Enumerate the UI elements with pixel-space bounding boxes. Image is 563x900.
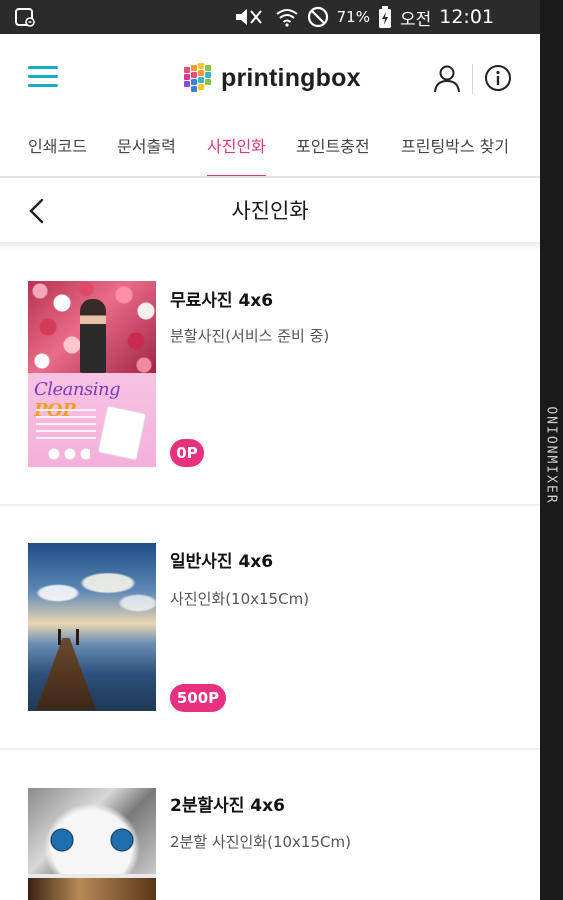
notification-icon: [15, 8, 35, 27]
clock-ampm: 오전: [399, 9, 432, 30]
printingbox-cube-icon: [184, 63, 211, 92]
product-item[interactable]: 2분할사진 4x6 2분할 사진인화(10x15Cm): [0, 750, 540, 900]
do-not-disturb-icon: [307, 6, 328, 28]
tab-find-printingbox[interactable]: 프린팅박스 찾기: [401, 124, 509, 178]
product-thumbnail: Cleansing POP: [28, 281, 156, 467]
product-description: 사진인화(10x15Cm): [170, 590, 310, 608]
hamburger-menu-icon[interactable]: [28, 66, 58, 90]
points-badge: 0P: [170, 439, 204, 467]
product-title: 2분할사진 4x6: [170, 796, 285, 816]
pier-photo: [36, 638, 96, 710]
tab-point-charge[interactable]: 포인트충전: [296, 124, 370, 178]
product-title: 일반사진 4x6: [170, 552, 274, 572]
info-icon[interactable]: [484, 64, 512, 92]
model-photo: [80, 299, 106, 373]
app-screen: 71% 오전 12:01 printingbox 인쇄코드 문서출력 사진인화 …: [0, 0, 540, 900]
user-icon[interactable]: [432, 64, 462, 94]
header-shadow: [0, 244, 540, 252]
brand-name: printingbox: [221, 63, 361, 92]
product-item[interactable]: 일반사진 4x6 사진인화(10x15Cm) 500P: [0, 506, 540, 748]
battery-charging-icon: [378, 6, 391, 28]
battery-percent: 71%: [336, 8, 370, 26]
mute-icon: [235, 9, 262, 25]
product-item[interactable]: Cleansing POP 무료사진 4x6 분할사진(서비스 준비 중) 0P: [0, 252, 540, 504]
brand-logo[interactable]: printingbox: [181, 58, 361, 98]
category-tabs: 인쇄코드 문서출력 사진인화 포인트충전 프린팅박스 찾기: [0, 124, 540, 178]
status-bar: 71% 오전 12:01: [0, 0, 540, 34]
product-thumbnail: [28, 543, 156, 711]
product-thumbnail: [28, 788, 156, 900]
app-header: printingbox: [0, 34, 540, 124]
page-header: 사진인화: [0, 178, 540, 244]
product-description: 2분할 사진인화(10x15Cm): [170, 833, 351, 851]
tab-photo-print[interactable]: 사진인화: [207, 124, 266, 178]
header-divider: [472, 64, 473, 94]
page-title: 사진인화: [231, 199, 309, 223]
tab-document-print[interactable]: 문서출력: [117, 124, 176, 178]
product-title: 무료사진 4x6: [170, 291, 274, 311]
clock-time: 12:01: [439, 6, 494, 28]
cat-photo: [28, 788, 156, 874]
points-badge: 500P: [170, 684, 226, 712]
watermark: ONIONMIXER: [543, 405, 559, 505]
product-description: 분할사진(서비스 준비 중): [170, 327, 330, 345]
tab-print-code[interactable]: 인쇄코드: [28, 124, 87, 178]
wifi-icon: [275, 9, 298, 27]
